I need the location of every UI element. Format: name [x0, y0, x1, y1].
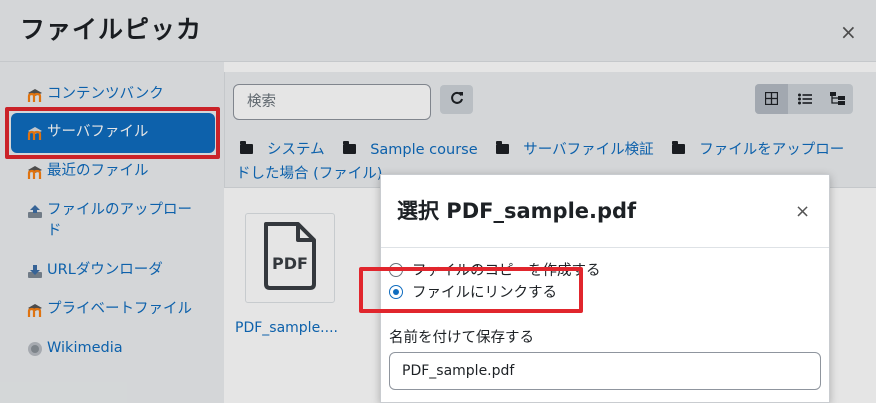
download-icon — [26, 263, 44, 279]
upload-icon — [26, 203, 44, 219]
sidebar-item-upload[interactable]: ファイルのアップロード — [26, 200, 206, 242]
search-input[interactable]: 検索 — [233, 84, 431, 120]
breadcrumb-item[interactable]: Sample course — [370, 142, 477, 158]
list-view-button[interactable] — [788, 84, 821, 114]
sidebar-item-label: ファイルのアップロード — [47, 202, 192, 239]
sidebar-item-label: Wikimedia — [47, 340, 123, 356]
tree-view-button[interactable] — [821, 84, 854, 114]
divider — [381, 247, 829, 248]
refresh-button[interactable] — [440, 85, 473, 114]
folder-icon — [240, 141, 253, 154]
moodle-icon — [26, 87, 44, 103]
folder-icon — [343, 141, 357, 154]
sidebar-item-content-bank[interactable]: コンテンツバンク — [26, 84, 164, 105]
picker-title: ファイルピッカ — [20, 15, 203, 44]
save-as-label: 名前を付けて保存する — [389, 330, 534, 346]
dialog-close-button[interactable]: × — [795, 203, 810, 221]
view-switcher — [755, 84, 853, 114]
list-view-icon — [797, 90, 812, 109]
wikimedia-icon — [26, 341, 44, 357]
sidebar-item-url-downloader[interactable]: URLダウンローダ — [26, 260, 163, 281]
file-picker: ファイルピッカ × コンテンツバンク サーバファイル 最近のファイル ファイルの… — [0, 0, 876, 403]
breadcrumb-item[interactable]: サーバファイル検証 — [523, 142, 653, 158]
folder-icon — [496, 141, 510, 154]
sidebar-item-label: プライベートファイル — [47, 301, 192, 317]
moodle-icon — [26, 302, 44, 318]
picker-header: ファイルピッカ × — [0, 0, 876, 62]
highlight-box — [359, 267, 583, 313]
sidebar-item-wikimedia[interactable]: Wikimedia — [26, 338, 123, 359]
highlight-box — [5, 107, 220, 159]
tree-view-icon — [830, 90, 845, 109]
file-type-badge: PDF — [272, 254, 308, 273]
folder-icon — [672, 141, 686, 154]
sidebar-item-label: URLダウンローダ — [47, 262, 163, 278]
sidebar-item-private-files[interactable]: プライベートファイル — [26, 299, 192, 320]
sidebar-item-label: 最近のファイル — [47, 163, 149, 179]
file-name[interactable]: PDF_sample.... — [235, 320, 338, 336]
dialog-title: 選択 PDF_sample.pdf — [397, 199, 637, 223]
pdf-file-icon: PDF — [260, 222, 320, 294]
sidebar-item-recent-files[interactable]: 最近のファイル — [26, 161, 149, 182]
picker-close-button[interactable]: × — [840, 22, 857, 42]
grid-view-button[interactable] — [755, 84, 788, 114]
refresh-icon — [450, 90, 464, 109]
breadcrumb-item[interactable]: システム — [267, 142, 325, 158]
grid-view-icon — [764, 90, 779, 109]
save-as-input[interactable]: PDF_sample.pdf — [389, 352, 821, 390]
file-thumbnail[interactable]: PDF — [245, 213, 335, 303]
moodle-icon — [26, 164, 44, 180]
sidebar-item-label: コンテンツバンク — [47, 86, 164, 102]
